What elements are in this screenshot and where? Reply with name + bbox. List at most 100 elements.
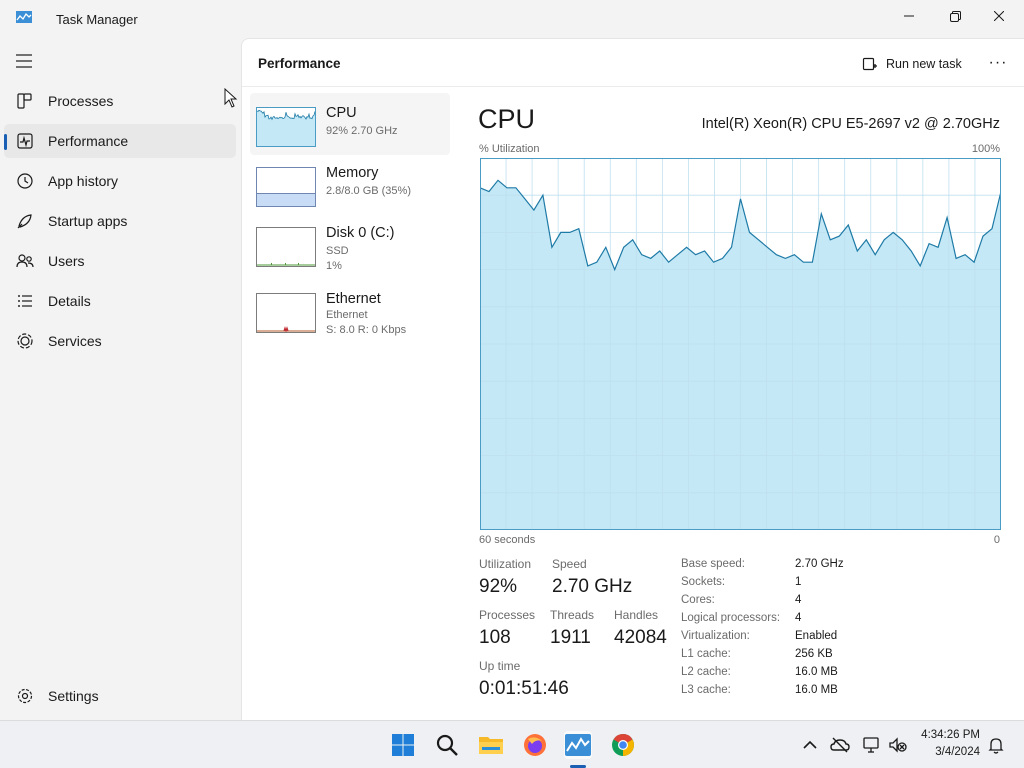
taskbar: 4:34:26 PM 3/4/2024 (0, 720, 1024, 768)
processes-label: Processes (479, 608, 536, 622)
spec-value: 2.70 GHz (795, 558, 844, 570)
title-bar: Task Manager (0, 0, 1024, 38)
resource-detail: Ethernet (326, 309, 368, 321)
resource-item-ethernet[interactable]: Ethernet Ethernet S: 8.0 R: 0 Kbps (250, 279, 450, 341)
volume-muted-icon[interactable] (888, 735, 908, 755)
start-button[interactable] (389, 731, 417, 759)
onedrive-offline-icon[interactable] (830, 735, 850, 755)
mouse-cursor-icon (224, 88, 238, 108)
resource-detail: 1% (326, 260, 342, 272)
taskbar-file-explorer[interactable] (477, 731, 505, 759)
resource-detail: S: 8.0 R: 0 Kbps (326, 324, 407, 336)
cpu-thumbnail (256, 107, 316, 147)
clock-date[interactable]: 3/4/2024 (935, 746, 980, 758)
resource-item-memory[interactable]: Memory 2.8/8.0 GB (35%) (250, 153, 450, 215)
spec-label: Sockets: (681, 576, 726, 588)
gear-icon (17, 688, 33, 704)
spec-value: 256 KB (795, 648, 833, 660)
more-options-button[interactable]: ··· (986, 53, 1010, 73)
settings-label: Settings (48, 688, 99, 704)
maximize-button[interactable] (932, 0, 978, 32)
uptime-value: 0:01:51:46 (479, 678, 569, 699)
run-new-task-button[interactable]: Run new task (862, 52, 962, 76)
file-explorer-icon (479, 737, 503, 754)
minimize-icon (904, 15, 914, 17)
utilization-max-label: 100% (971, 143, 1000, 155)
search-icon (436, 734, 458, 756)
cpu-model-name: Intel(R) Xeon(R) CPU E5-2697 v2 @ 2.70GH… (701, 116, 1000, 132)
spec-label: L2 cache: (681, 666, 731, 678)
sidebar-item-label: Users (48, 253, 85, 269)
spec-value: 1 (795, 576, 802, 588)
minimize-button[interactable] (886, 0, 932, 32)
sidebar-item-app-history[interactable]: App history (4, 164, 236, 198)
sidebar-item-details[interactable]: Details (4, 284, 236, 318)
spec-value: 4 (795, 612, 802, 624)
notification-bell-icon[interactable] (986, 735, 1006, 755)
resource-detail: 2.8/8.0 GB (35%) (326, 185, 411, 197)
network-icon[interactable] (862, 735, 882, 755)
sidebar: Processes Performance App history Startu… (0, 38, 240, 720)
time-axis-label: 60 seconds (479, 534, 536, 546)
resource-detail: SSD (326, 245, 349, 257)
windows-start-icon (392, 734, 414, 756)
memory-thumbnail (256, 167, 316, 207)
clock-time[interactable]: 4:34:26 PM (921, 729, 980, 741)
processes-value: 108 (479, 627, 511, 648)
uptime-label: Up time (479, 659, 521, 673)
app-history-icon (17, 173, 33, 189)
resource-name: Memory (326, 165, 379, 181)
restore-icon (949, 10, 961, 22)
sidebar-item-settings[interactable]: Settings (4, 679, 236, 713)
resource-item-disk[interactable]: Disk 0 (C:) SSD 1% (250, 213, 450, 275)
taskbar-firefox[interactable] (521, 731, 549, 759)
handles-label: Handles (614, 608, 659, 622)
taskbar-chrome[interactable] (609, 731, 637, 759)
cpu-utilization-graph (480, 158, 1001, 530)
threads-value: 1911 (550, 627, 591, 648)
spec-value: Enabled (795, 630, 838, 642)
performance-panel: Performance Run new task ··· CPU 92% 2.7… (241, 38, 1024, 720)
speed-value: 2.70 GHz (552, 576, 633, 597)
taskbar-task-manager[interactable] (564, 731, 592, 759)
resource-name: CPU (326, 105, 357, 121)
close-icon (994, 11, 1004, 21)
startup-icon (17, 214, 32, 229)
speed-label: Speed (552, 557, 587, 571)
spec-value: 16.0 MB (795, 684, 838, 696)
chevron-up-icon[interactable] (800, 735, 820, 755)
sidebar-item-label: Services (48, 333, 102, 349)
panel-header: Performance Run new task ··· (242, 39, 1024, 87)
sidebar-item-label: Processes (48, 93, 114, 109)
chrome-icon (612, 734, 634, 756)
spec-value: 4 (795, 594, 802, 606)
hamburger-menu-icon[interactable] (16, 54, 34, 68)
firefox-icon (524, 734, 546, 756)
taskbar-search-button[interactable] (433, 731, 461, 759)
spec-label: L1 cache: (681, 648, 731, 660)
processes-icon (17, 93, 32, 109)
task-manager-icon (565, 734, 591, 756)
utilization-label: Utilization (479, 557, 532, 571)
spec-value: 16.0 MB (795, 666, 838, 678)
sidebar-item-startup-apps[interactable]: Startup apps (4, 204, 236, 238)
spec-label: Virtualization: (681, 630, 750, 642)
spec-label: Cores: (681, 594, 715, 606)
resource-name: Disk 0 (C:) (326, 225, 395, 241)
sidebar-item-label: Startup apps (48, 213, 128, 229)
utilization-value: 92% (479, 576, 518, 597)
sidebar-item-label: Details (48, 293, 91, 309)
performance-icon (17, 133, 33, 149)
services-icon (17, 333, 33, 349)
sidebar-item-processes[interactable]: Processes (4, 84, 236, 118)
sidebar-item-users[interactable]: Users (4, 244, 236, 278)
details-icon (18, 295, 32, 307)
spec-label: Base speed: (681, 558, 745, 570)
run-new-task-label: Run new task (886, 57, 962, 71)
disk-thumbnail (256, 227, 316, 267)
sidebar-item-services[interactable]: Services (4, 324, 236, 358)
handles-value: 42084 (614, 627, 667, 648)
close-button[interactable] (976, 0, 1022, 32)
sidebar-item-performance[interactable]: Performance (4, 124, 236, 158)
resource-item-cpu[interactable]: CPU 92% 2.70 GHz (250, 93, 450, 155)
